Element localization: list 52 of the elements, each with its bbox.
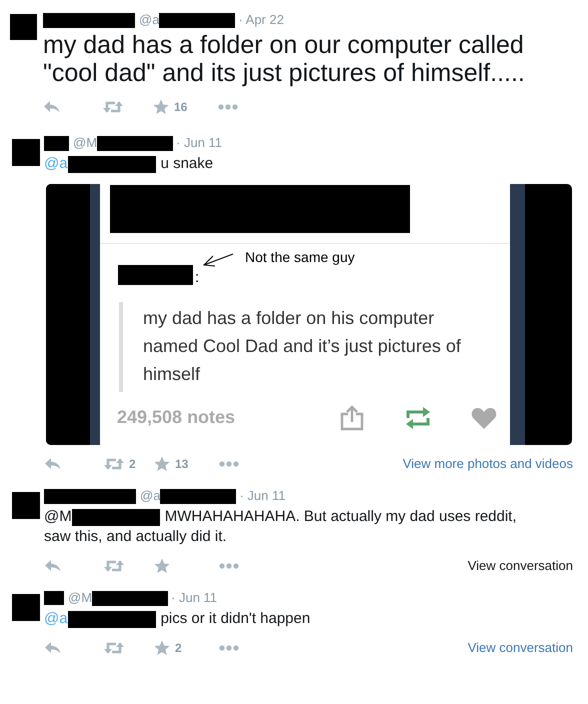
more-icon[interactable] bbox=[218, 104, 238, 110]
retweet-icon[interactable] bbox=[104, 641, 124, 655]
mention-link[interactable]: @a bbox=[44, 610, 68, 627]
action-count: 16 bbox=[174, 99, 188, 116]
user-handle: @a bbox=[139, 11, 160, 30]
tweet-text: @a pics or it didn't happen bbox=[44, 609, 312, 629]
action-count: 2 bbox=[175, 640, 182, 657]
user-handle: @M bbox=[73, 134, 98, 152]
heart-icon[interactable] bbox=[471, 406, 497, 428]
tweet-date[interactable]: · Jun 11 bbox=[176, 133, 222, 153]
star-icon[interactable] bbox=[154, 558, 170, 574]
reply-icon[interactable] bbox=[44, 559, 62, 573]
reply-icon[interactable] bbox=[44, 457, 62, 471]
user-handle: @a bbox=[140, 487, 160, 506]
mention-link[interactable]: @M bbox=[44, 508, 72, 525]
user-handle: @M bbox=[68, 589, 92, 608]
more-icon[interactable] bbox=[219, 563, 239, 569]
annotation-text: Not the same guy bbox=[245, 248, 355, 267]
share-icon[interactable] bbox=[340, 404, 364, 430]
view-link[interactable]: View conversation bbox=[468, 638, 573, 658]
avatar-redaction bbox=[10, 14, 37, 40]
redaction-bar bbox=[44, 591, 64, 605]
view-link[interactable]: View more photos and videos bbox=[402, 454, 573, 474]
star-icon[interactable] bbox=[154, 456, 170, 472]
star-icon[interactable] bbox=[153, 99, 169, 115]
action-count: 2 bbox=[129, 456, 136, 473]
reply-icon[interactable] bbox=[43, 100, 61, 114]
mention-link[interactable]: @a bbox=[44, 155, 68, 172]
colon-text: : bbox=[195, 270, 200, 285]
more-icon[interactable] bbox=[219, 645, 239, 651]
annotation-arrow bbox=[202, 252, 234, 268]
notes-count: 249,508 notes bbox=[117, 406, 236, 429]
retweet-icon[interactable] bbox=[104, 559, 124, 573]
avatar-redaction bbox=[12, 139, 40, 166]
retweet-icon[interactable] bbox=[103, 100, 123, 114]
tweet-date[interactable]: · Apr 22 bbox=[238, 10, 284, 30]
tweet-date[interactable]: · Jun 11 bbox=[171, 588, 218, 608]
tweet-text: @a u snake bbox=[44, 154, 214, 174]
quote-text: my dad has a folder on his computer named Cool Dad and it’s just pictures of himself bbox=[143, 307, 461, 386]
action-count: 13 bbox=[175, 456, 188, 473]
tweet-text: @M MWHAHAHAHAHA. But actually my dad uses reddit, saw this, and actually did it. bbox=[44, 507, 518, 547]
star-icon[interactable] bbox=[154, 640, 170, 656]
avatar-redaction bbox=[12, 492, 40, 519]
avatar-redaction bbox=[12, 594, 40, 621]
tweet-date[interactable]: · Jun 11 bbox=[239, 486, 286, 506]
redaction-bar bbox=[44, 136, 69, 150]
reply-icon[interactable] bbox=[44, 641, 62, 655]
view-link[interactable]: View conversation bbox=[468, 556, 573, 576]
retweet-icon[interactable] bbox=[104, 457, 124, 471]
tweet-text: my dad has a folder on our computer called "cool dad" and its just pictures of himself..... bbox=[43, 31, 526, 87]
more-icon[interactable] bbox=[219, 461, 239, 467]
reblog-icon[interactable] bbox=[405, 406, 431, 428]
